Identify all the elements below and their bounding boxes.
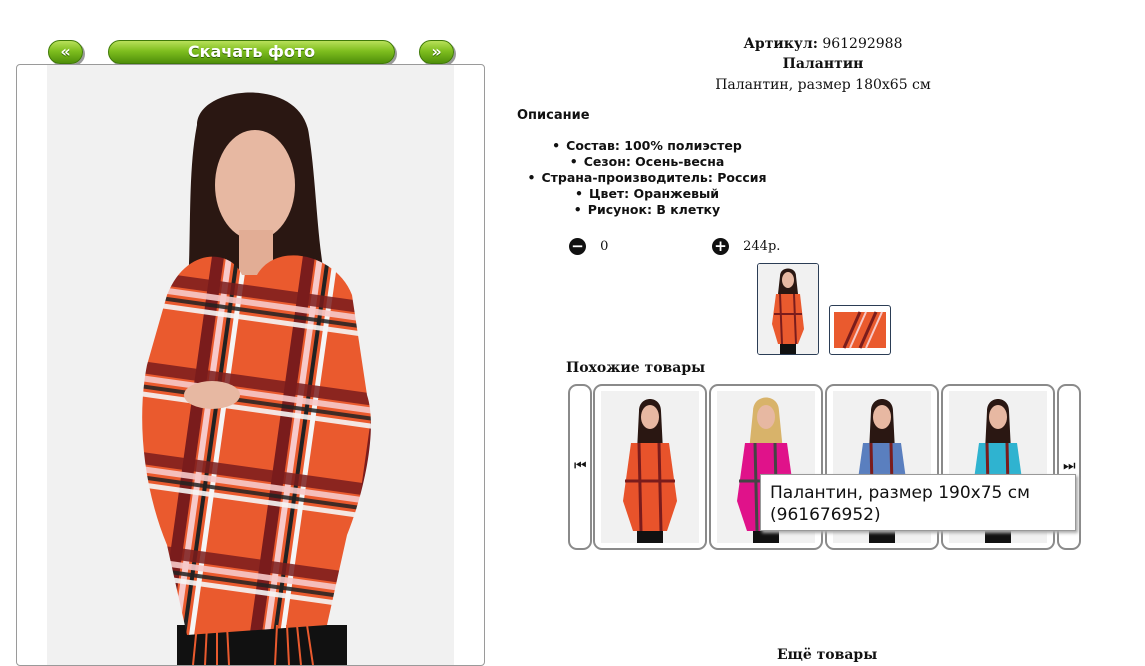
article-label: Артикул: [743, 36, 818, 52]
product-tooltip: Палантин, размер 190х75 см (961676952) [760, 474, 1076, 531]
similar-products-heading: Похожие товары [566, 360, 706, 376]
article-value: 961292988 [822, 36, 903, 52]
plus-circle-icon[interactable]: + [712, 238, 729, 255]
spec-list: Состав: 100% полиэстер Сезон: Осень-весн… [517, 138, 777, 218]
quantity-value: 0 [600, 239, 609, 254]
minus-circle-icon[interactable]: − [569, 238, 586, 255]
article-line: Артикул: 961292988 [600, 36, 1046, 52]
carousel-prev-button[interactable]: ⏮ [568, 384, 592, 550]
price-value: 244р. [743, 239, 781, 254]
description-heading: Описание [517, 108, 590, 123]
skip-back-icon: ⏮ [574, 458, 587, 474]
spec-item: Сезон: Осень-весна [517, 154, 777, 170]
tooltip-title: Палантин, размер 190х75 см [770, 483, 1030, 503]
spec-item: Состав: 100% полиэстер [517, 138, 777, 154]
similar-product-photo [601, 391, 699, 543]
main-image-frame [16, 64, 485, 666]
spec-item: Цвет: Оранжевый [517, 186, 777, 202]
spec-item: Рисунок: В клетку [517, 202, 777, 218]
main-product-photo[interactable] [47, 65, 454, 665]
similar-product-card[interactable] [593, 384, 707, 550]
more-products-heading: Ещё товары [777, 647, 878, 663]
next-button[interactable]: » [419, 40, 454, 64]
spec-item: Страна-производитель: Россия [517, 170, 777, 186]
thumbnail-fabric[interactable] [829, 305, 891, 355]
product-title: Палантин [782, 56, 864, 72]
skip-forward-icon: ⏭ [1063, 458, 1076, 474]
quantity-increase: + 244р. [712, 238, 780, 255]
tooltip-article: (961676952) [770, 505, 881, 525]
thumbnail-model[interactable] [757, 263, 819, 355]
quantity-decrease: − 0 [569, 238, 608, 255]
previous-button[interactable]: « [48, 40, 83, 64]
product-subtitle: Палантин, размер 180х65 см [715, 77, 931, 93]
download-photo-button[interactable]: Скачать фото [108, 40, 395, 64]
